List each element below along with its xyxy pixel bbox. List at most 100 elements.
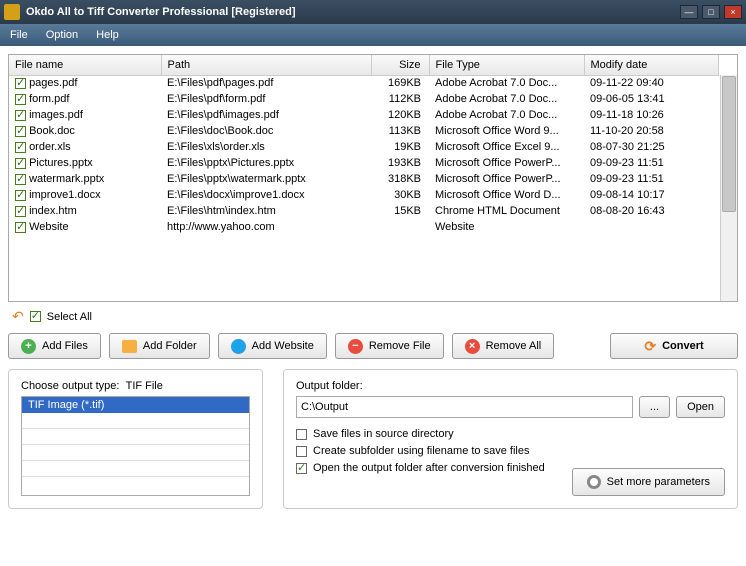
- cell-type: Adobe Acrobat 7.0 Doc...: [429, 91, 584, 107]
- up-arrow-icon: ↶: [12, 308, 24, 325]
- plus-icon: +: [21, 339, 36, 354]
- browse-button[interactable]: ...: [639, 396, 670, 418]
- output-folder-input[interactable]: [296, 396, 633, 418]
- cell-date: 09-09-23 11:51: [584, 155, 719, 171]
- row-checkbox[interactable]: [15, 126, 26, 137]
- cell-type: Microsoft Office Excel 9...: [429, 139, 584, 155]
- cell-path: E:\Files\pdf\images.pdf: [161, 107, 371, 123]
- open-folder-button[interactable]: Open: [676, 396, 725, 418]
- type-list-item[interactable]: TIF Image (*.tif): [22, 397, 249, 413]
- cell-size: 112KB: [371, 91, 429, 107]
- convert-icon: ⟳: [644, 338, 656, 355]
- gear-icon: [587, 475, 601, 489]
- col-path[interactable]: Path: [161, 55, 371, 75]
- cell-path: E:\Files\doc\Book.doc: [161, 123, 371, 139]
- select-all-checkbox[interactable]: [30, 311, 41, 322]
- cell-size: 193KB: [371, 155, 429, 171]
- vertical-scrollbar[interactable]: [720, 75, 737, 301]
- cell-date: 08-07-30 21:25: [584, 139, 719, 155]
- cell-filename: images.pdf: [29, 109, 83, 121]
- close-button[interactable]: ×: [724, 5, 742, 19]
- table-row[interactable]: images.pdfE:\Files\pdf\images.pdf120KBAd…: [9, 107, 719, 123]
- cell-type: Microsoft Office PowerP...: [429, 155, 584, 171]
- remove-all-icon: ×: [465, 339, 480, 354]
- table-row[interactable]: watermark.pptxE:\Files\pptx\watermark.pp…: [9, 171, 719, 187]
- cell-type: Microsoft Office Word D...: [429, 187, 584, 203]
- row-checkbox[interactable]: [15, 78, 26, 89]
- col-size[interactable]: Size: [371, 55, 429, 75]
- col-type[interactable]: File Type: [429, 55, 584, 75]
- cell-date: 09-11-18 10:26: [584, 107, 719, 123]
- add-files-button[interactable]: +Add Files: [8, 333, 101, 359]
- cell-path: E:\Files\pptx\watermark.pptx: [161, 171, 371, 187]
- row-checkbox[interactable]: [15, 206, 26, 217]
- cell-size: 30KB: [371, 187, 429, 203]
- cell-path: http://www.yahoo.com: [161, 219, 371, 235]
- minimize-button[interactable]: —: [680, 5, 698, 19]
- add-website-button[interactable]: 🌐Add Website: [218, 333, 327, 359]
- col-date[interactable]: Modify date: [584, 55, 719, 75]
- cell-path: E:\Files\pptx\Pictures.pptx: [161, 155, 371, 171]
- row-checkbox[interactable]: [15, 142, 26, 153]
- table-header-row: File name Path Size File Type Modify dat…: [9, 55, 719, 75]
- cell-filename: Website: [29, 221, 69, 233]
- cell-type: Chrome HTML Document: [429, 203, 584, 219]
- table-row[interactable]: pages.pdfE:\Files\pdf\pages.pdf169KBAdob…: [9, 75, 719, 91]
- maximize-button[interactable]: □: [702, 5, 720, 19]
- cell-filename: form.pdf: [29, 93, 69, 105]
- minus-icon: −: [348, 339, 363, 354]
- output-type-label: Choose output type:: [21, 380, 119, 392]
- remove-all-button[interactable]: ×Remove All: [452, 333, 555, 359]
- table-row[interactable]: order.xlsE:\Files\xls\order.xls19KBMicro…: [9, 139, 719, 155]
- cell-path: E:\Files\xls\order.xls: [161, 139, 371, 155]
- convert-button[interactable]: ⟳Convert: [610, 333, 738, 359]
- table-row[interactable]: form.pdfE:\Files\pdf\form.pdf112KBAdobe …: [9, 91, 719, 107]
- cell-date: 09-06-05 13:41: [584, 91, 719, 107]
- create-subfolder-checkbox[interactable]: [296, 446, 307, 457]
- cell-size: 19KB: [371, 139, 429, 155]
- cell-date: 09-11-22 09:40: [584, 75, 719, 91]
- save-source-label: Save files in source directory: [313, 428, 454, 440]
- output-folder-label: Output folder:: [296, 380, 725, 392]
- menubar: File Option Help: [0, 24, 746, 46]
- save-source-checkbox[interactable]: [296, 429, 307, 440]
- remove-file-button[interactable]: −Remove File: [335, 333, 444, 359]
- file-table[interactable]: File name Path Size File Type Modify dat…: [8, 54, 738, 302]
- output-folder-panel: Output folder: ... Open Save files in so…: [283, 369, 738, 509]
- table-row[interactable]: improve1.docxE:\Files\docx\improve1.docx…: [9, 187, 719, 203]
- row-checkbox[interactable]: [15, 94, 26, 105]
- menu-file[interactable]: File: [6, 27, 32, 43]
- table-row[interactable]: Website http://www.yahoo.com Website: [9, 219, 719, 235]
- cell-filename: Pictures.pptx: [29, 157, 93, 169]
- menu-option[interactable]: Option: [42, 27, 82, 43]
- table-row[interactable]: Pictures.pptx E:\Files\pptx\Pictures.pptx…: [9, 155, 719, 171]
- row-checkbox[interactable]: [15, 174, 26, 185]
- cell-filename: Book.doc: [29, 125, 75, 137]
- app-title: Okdo All to Tiff Converter Professional …: [26, 6, 680, 18]
- cell-date: 09-09-23 11:51: [584, 171, 719, 187]
- set-parameters-button[interactable]: Set more parameters: [572, 468, 725, 496]
- menu-help[interactable]: Help: [92, 27, 123, 43]
- globe-icon: 🌐: [231, 339, 246, 354]
- create-subfolder-label: Create subfolder using filename to save …: [313, 445, 529, 457]
- app-icon: [4, 4, 20, 20]
- output-type-panel: Choose output type: TIF File TIF Image (…: [8, 369, 263, 509]
- add-folder-button[interactable]: Add Folder: [109, 333, 210, 359]
- table-row[interactable]: index.htmE:\Files\htm\index.htm15KBChrom…: [9, 203, 719, 219]
- cell-path: E:\Files\htm\index.htm: [161, 203, 371, 219]
- table-row[interactable]: Book.docE:\Files\doc\Book.doc113KBMicros…: [9, 123, 719, 139]
- open-after-checkbox[interactable]: [296, 463, 307, 474]
- row-checkbox[interactable]: [15, 190, 26, 201]
- row-checkbox[interactable]: [15, 110, 26, 121]
- output-type-list[interactable]: TIF Image (*.tif): [21, 396, 250, 496]
- cell-type: Adobe Acrobat 7.0 Doc...: [429, 107, 584, 123]
- row-checkbox[interactable]: [15, 222, 26, 233]
- col-filename[interactable]: File name: [9, 55, 161, 75]
- cell-type: Website: [429, 219, 584, 235]
- cell-path: E:\Files\pdf\pages.pdf: [161, 75, 371, 91]
- cell-size: 169KB: [371, 75, 429, 91]
- row-checkbox[interactable]: [15, 158, 26, 169]
- output-type-current: TIF File: [126, 380, 163, 392]
- cell-type: Adobe Acrobat 7.0 Doc...: [429, 75, 584, 91]
- cell-filename: index.htm: [29, 205, 77, 217]
